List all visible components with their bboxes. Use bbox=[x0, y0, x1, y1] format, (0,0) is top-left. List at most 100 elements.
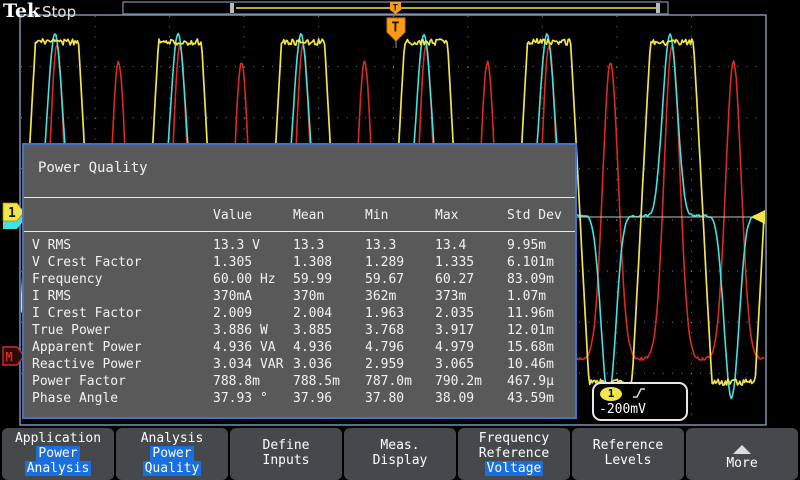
softkey-label-line: Analysis bbox=[2, 461, 114, 476]
column-header-std-dev: Std Dev bbox=[507, 208, 562, 223]
softkey-analysis[interactable]: AnalysisPowerQuality bbox=[116, 428, 228, 480]
table-cell: Reactive Power bbox=[32, 357, 142, 372]
table-cell: 10.46m bbox=[507, 357, 554, 372]
table-cell: 3.034 VAR bbox=[213, 357, 283, 372]
table-row: Frequency60.00 Hz59.9959.6760.2783.09m bbox=[24, 272, 575, 289]
softkey-label-line: Quality bbox=[116, 461, 228, 476]
trigger-marker-label: T bbox=[392, 21, 400, 36]
table-row: I Crest Factor2.0092.0041.9632.03511.96m bbox=[24, 306, 575, 323]
softkey-menu: ApplicationPowerAnalysisAnalysisPowerQua… bbox=[0, 428, 800, 480]
softkey-application[interactable]: ApplicationPowerAnalysis bbox=[2, 428, 114, 480]
table-cell: 2.959 bbox=[365, 357, 404, 372]
table-cell: Phase Angle bbox=[32, 391, 118, 406]
record-trigger-label: T bbox=[393, 4, 399, 14]
table-row: Reactive Power3.034 VAR3.0362.9593.06510… bbox=[24, 357, 575, 374]
power-quality-panel: Power Quality Value Mean Min Max Std Dev… bbox=[22, 143, 577, 419]
trigger-level-value: -200mV bbox=[599, 402, 646, 417]
table-cell: 2.035 bbox=[435, 306, 474, 321]
table-cell: 60.27 bbox=[435, 272, 474, 287]
softkey-label-line: Power bbox=[2, 446, 114, 461]
softkey-label-line: Define bbox=[230, 438, 342, 453]
table-cell: 37.80 bbox=[365, 391, 404, 406]
table-cell: 13.3 V bbox=[213, 238, 260, 253]
record-view-bar: T bbox=[123, 2, 668, 14]
highlighted-value: Voltage bbox=[485, 461, 544, 476]
panel-separator bbox=[24, 231, 575, 232]
window-bracket-left[interactable] bbox=[230, 3, 234, 13]
column-header-mean: Mean bbox=[293, 208, 324, 223]
table-cell: 59.99 bbox=[293, 272, 332, 287]
table-cell: 13.3 bbox=[293, 238, 324, 253]
softkey-label-line: Inputs bbox=[230, 453, 342, 468]
softkey-label-line: More bbox=[686, 456, 798, 471]
table-cell: 4.936 VA bbox=[213, 340, 276, 355]
table-cell: 370mA bbox=[213, 289, 252, 304]
table-cell: 1.305 bbox=[213, 255, 252, 270]
table-row: True Power 3.886 W 3.885 3.768 3.917 12.01m bbox=[24, 323, 575, 340]
table-row: V Crest Factor1.3051.3081.2891.3356.101m bbox=[24, 255, 575, 272]
table-cell: 59.67 bbox=[365, 272, 404, 287]
table-cell: 13.3 bbox=[365, 238, 396, 253]
softkey-label-line: Display bbox=[344, 453, 456, 468]
table-cell: 4.979 bbox=[435, 340, 474, 355]
table-cell: 37.93 ° bbox=[213, 391, 268, 406]
softkey-more[interactable]: More bbox=[686, 428, 798, 480]
table-cell: 3.065 bbox=[435, 357, 474, 372]
softkey-label-line: Levels bbox=[572, 453, 684, 468]
trigger-readout-box: 1 -200mV bbox=[592, 382, 688, 421]
softkey-label-line: Voltage bbox=[458, 461, 570, 476]
table-row: V RMS13.3 V13.313.313.49.95m bbox=[24, 238, 575, 255]
table-cell: 9.95m bbox=[507, 238, 546, 253]
table-cell: 1.308 bbox=[293, 255, 332, 270]
table-cell: 2.009 bbox=[213, 306, 252, 321]
table-cell: 788.5m bbox=[293, 374, 340, 389]
table-cell: 790.2m bbox=[435, 374, 482, 389]
table-cell: 4.936 bbox=[293, 340, 332, 355]
table-cell: V Crest Factor bbox=[32, 255, 142, 270]
table-cell: 60.00 Hz bbox=[213, 272, 276, 287]
table-cell: 787.0m bbox=[365, 374, 412, 389]
softkey-label-line: Reference bbox=[572, 438, 684, 453]
table-cell: 362m bbox=[365, 289, 396, 304]
window-bracket-right[interactable] bbox=[656, 3, 660, 13]
highlighted-value: Analysis bbox=[25, 461, 92, 476]
table-cell: 3.886 W bbox=[213, 323, 268, 338]
table-cell: 12.01m bbox=[507, 323, 554, 338]
tek-logo: Tek bbox=[3, 0, 40, 22]
up-arrow-icon bbox=[733, 445, 751, 454]
column-header-max: Max bbox=[435, 208, 458, 223]
table-cell: 3.768 bbox=[365, 323, 404, 338]
softkey-label-line: Frequency bbox=[458, 431, 570, 446]
highlighted-value: Quality bbox=[143, 461, 202, 476]
oscilloscope-screen: { "header": { "logo": "Tek", "status": "… bbox=[0, 0, 800, 480]
table-cell: 3.885 bbox=[293, 323, 332, 338]
table-cell: 3.917 bbox=[435, 323, 474, 338]
table-cell: 37.96 bbox=[293, 391, 332, 406]
softkey-meas-display[interactable]: Meas.Display bbox=[344, 428, 456, 480]
ch1-marker-label: 1 bbox=[8, 206, 16, 221]
table-cell: 13.4 bbox=[435, 238, 466, 253]
softkey-define-inputs[interactable]: DefineInputs bbox=[230, 428, 342, 480]
table-cell: True Power bbox=[32, 323, 110, 338]
table-cell: Power Factor bbox=[32, 374, 126, 389]
softkey-reference-levels[interactable]: ReferenceLevels bbox=[572, 428, 684, 480]
trigger-position-marker[interactable]: T bbox=[387, 18, 405, 48]
table-cell: I RMS bbox=[32, 289, 71, 304]
table-cell: 788.8m bbox=[213, 374, 260, 389]
softkey-label-line: Application bbox=[2, 431, 114, 446]
math-ground-marker[interactable]: M bbox=[3, 347, 24, 365]
table-cell: 15.68m bbox=[507, 340, 554, 355]
table-cell: 370m bbox=[293, 289, 324, 304]
table-cell: 4.796 bbox=[365, 340, 404, 355]
table-cell: Frequency bbox=[32, 272, 102, 287]
table-cell: 1.335 bbox=[435, 255, 474, 270]
table-cell: 43.59m bbox=[507, 391, 554, 406]
table-cell: I Crest Factor bbox=[32, 306, 142, 321]
table-row: Apparent Power 4.936 VA 4.936 4.796 4.979 15.… bbox=[24, 340, 575, 357]
softkey-frequency-reference[interactable]: FrequencyReferenceVoltage bbox=[458, 428, 570, 480]
math-marker-label: M bbox=[6, 350, 13, 364]
column-header-value: Value bbox=[213, 208, 252, 223]
table-cell: Apparent Power bbox=[32, 340, 142, 355]
measurement-rows: V RMS13.3 V13.313.313.49.95mV Crest Fact… bbox=[24, 238, 575, 408]
trigger-level-arrow[interactable] bbox=[751, 210, 765, 224]
